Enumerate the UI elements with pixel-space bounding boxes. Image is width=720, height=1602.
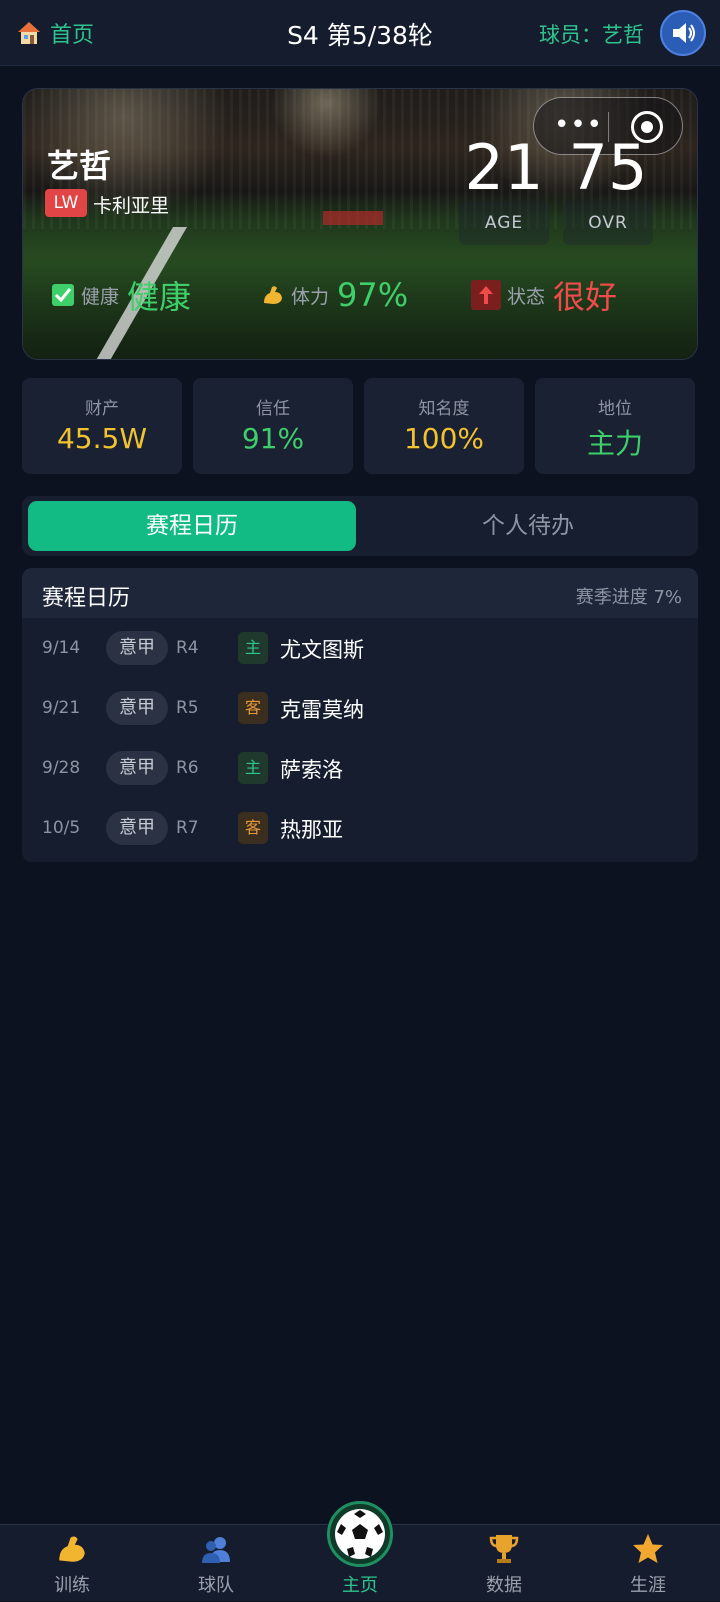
opponent-name: 萨索洛 [280, 758, 343, 782]
fixture-row[interactable]: 9/14 意甲 R4 主 尤文图斯 [22, 618, 698, 678]
calendar-title: 赛程日历 [42, 586, 131, 611]
arrow-up-icon [471, 280, 501, 310]
speaker-icon [673, 23, 695, 43]
metric-label: 财产 [85, 399, 119, 419]
opponent-name: 热那亚 [280, 818, 343, 842]
fixture-row[interactable]: 9/21 意甲 R5 客 克雷莫纳 [22, 678, 698, 738]
position-badge: LW [45, 189, 87, 217]
opponent-name: 尤文图斯 [280, 638, 364, 662]
metric-label: 知名度 [418, 399, 470, 419]
health-condition: 健康 健康 [51, 277, 191, 316]
stamina-condition: 体力 97% [261, 276, 409, 314]
form-condition: 状态 很好 [471, 277, 617, 316]
calendar-header: 赛程日历 赛季进度 7% [22, 568, 698, 618]
nav-label: 球队 [198, 1575, 234, 1596]
metric-value: 45.5W [56, 422, 148, 455]
nav-team[interactable]: 球队 [144, 1525, 288, 1602]
nav-label: 生涯 [630, 1575, 666, 1596]
segment-tabs: 赛程日历 个人待办 [22, 496, 698, 556]
metric-fame: 知名度 100% [364, 378, 524, 474]
tab-schedule[interactable]: 赛程日历 [28, 501, 356, 551]
metric-status: 地位 主力 [535, 378, 695, 474]
fixture-round: R7 [176, 818, 199, 838]
form-value: 很好 [553, 278, 618, 316]
fixture-round: R4 [176, 638, 199, 658]
nav-training[interactable]: 训练 [0, 1525, 144, 1602]
venue-badge: 客 [238, 812, 268, 844]
soccer-ball-icon[interactable] [327, 1501, 393, 1567]
sound-button[interactable] [660, 10, 706, 56]
fixture-row[interactable]: 10/5 意甲 R7 客 热那亚 [22, 798, 698, 858]
venue-badge: 主 [238, 632, 268, 664]
star-icon [630, 1531, 666, 1567]
metric-value: 91% [241, 422, 305, 455]
fixture-date: 9/21 [42, 698, 81, 718]
ovr-label: OVR [588, 213, 628, 233]
health-key: 健康 [81, 285, 120, 308]
metric-label: 地位 [598, 399, 632, 419]
check-icon [51, 283, 75, 307]
ad-board [323, 211, 383, 225]
fixture-round: R6 [176, 758, 199, 778]
top-bar: 首页 S4 第5/38轮 球员：艺哲 [0, 0, 720, 66]
team-icon [198, 1531, 234, 1567]
flexed-arm-icon [54, 1531, 90, 1567]
ovr-value: 75 [568, 131, 648, 204]
league-pill: 意甲 [106, 811, 168, 845]
health-value: 健康 [127, 278, 192, 316]
age-label: AGE [484, 213, 524, 233]
stamina-value: 97% [337, 276, 409, 314]
schedule-calendar: 赛程日历 赛季进度 7% 9/14 意甲 R4 主 尤文图斯 9/21 意甲 R… [22, 568, 698, 862]
fixture-date: 9/28 [42, 758, 81, 778]
metric-wealth: 财产 45.5W [22, 378, 182, 474]
form-key: 状态 [507, 285, 546, 308]
nav-label: 主页 [342, 1575, 378, 1596]
flexed-arm-icon [261, 283, 285, 307]
opponent-name: 克雷莫纳 [280, 698, 364, 722]
league-pill: 意甲 [106, 751, 168, 785]
player-name: 艺哲 [47, 147, 112, 185]
trophy-icon [486, 1531, 522, 1567]
club-name: 卡利亚里 [93, 195, 170, 217]
metric-trust: 信任 91% [193, 378, 353, 474]
season-progress: 赛季进度 7% [575, 587, 682, 608]
nav-label: 训练 [54, 1575, 90, 1596]
player-hero-card: 艺哲 LW 卡利亚里 ••• 21 75 AGE OVR 健康 健康 体力 97… [22, 88, 698, 360]
tab-todo[interactable]: 个人待办 [364, 501, 692, 551]
league-pill: 意甲 [106, 631, 168, 665]
stamina-key: 体力 [291, 285, 330, 308]
nav-label: 数据 [486, 1575, 522, 1596]
venue-badge: 主 [238, 752, 268, 784]
fixture-row[interactable]: 9/28 意甲 R6 主 萨索洛 [22, 738, 698, 798]
metric-value: 100% [403, 422, 485, 455]
metric-value: 主力 [586, 427, 643, 460]
age-value: 21 [464, 131, 544, 204]
nav-career[interactable]: 生涯 [576, 1525, 720, 1602]
fixture-date: 10/5 [42, 818, 81, 838]
metric-label: 信任 [256, 399, 290, 419]
fixture-date: 9/14 [42, 638, 81, 658]
venue-badge: 客 [238, 692, 268, 724]
league-pill: 意甲 [106, 691, 168, 725]
nav-data[interactable]: 数据 [432, 1525, 576, 1602]
fixture-round: R5 [176, 698, 199, 718]
player-tag: 球员：艺哲 [539, 23, 644, 47]
